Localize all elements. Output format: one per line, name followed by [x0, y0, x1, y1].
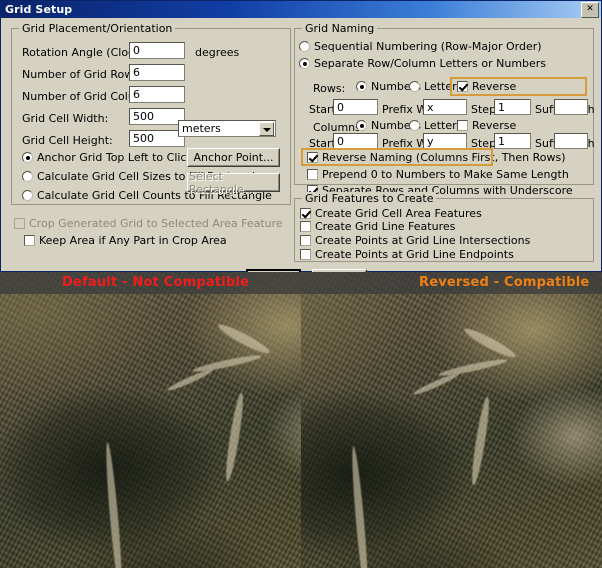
checkbox-box [300, 221, 311, 232]
grid-rows-label: Number of Grid Rows: [22, 68, 143, 81]
checkbox-box [457, 81, 468, 92]
radio-dot [22, 190, 33, 201]
grid-placement-legend: Grid Placement/Orientation [19, 22, 176, 35]
radio-separate-row-column[interactable]: Separate Row/Column Letters or Numbers [299, 57, 546, 70]
dialog-titlebar: Grid Setup ✕ [1, 1, 601, 18]
columns-start-input[interactable]: 0 [333, 133, 378, 149]
grid-features-legend: Grid Features to Create [302, 192, 437, 205]
units-dropdown-value: meters [182, 122, 221, 135]
select-rectangle-button: Select Rectangle... [187, 170, 280, 196]
rows-start-label: Start [309, 103, 336, 116]
columns-step-label: Step [471, 137, 497, 150]
dialog-body: Grid Placement/Orientation Rotation Angl… [1, 18, 601, 288]
columns-suffix-input[interactable] [554, 133, 588, 149]
aerial-photo-left [0, 272, 301, 568]
checkbox-create-endpoint-points[interactable]: Create Points at Grid Line Endpoints [300, 248, 514, 261]
checkbox-create-area-features-label: Create Grid Cell Area Features [315, 207, 482, 220]
checkbox-crop-to-area-label: Crop Generated Grid to Selected Area Fea… [29, 217, 283, 230]
checkbox-box [300, 235, 311, 246]
checkbox-create-endpoint-points-label: Create Points at Grid Line Endpoints [315, 248, 514, 261]
grid-columns-input[interactable]: 6 [129, 86, 185, 103]
panel-default: Default - Not Compatible [0, 272, 301, 568]
rows-start-input[interactable]: 0 [333, 99, 378, 115]
radio-dot [356, 120, 367, 131]
checkbox-create-intersection-points[interactable]: Create Points at Grid Line Intersections [300, 234, 530, 247]
checkbox-create-line-features-label: Create Grid Line Features [315, 220, 456, 233]
checkbox-rows-reverse[interactable]: Reverse [457, 80, 516, 93]
checkbox-box [307, 152, 318, 163]
checkbox-box [14, 218, 25, 229]
checkbox-prepend-zero-label: Prepend 0 to Numbers to Make Same Length [322, 168, 569, 181]
panel-reversed: Reversed - Compatible [301, 272, 602, 568]
aerial-photo-right [301, 272, 602, 568]
radio-dot [356, 81, 367, 92]
checkbox-box [24, 235, 35, 246]
radio-rows-letters[interactable]: Letters [409, 80, 462, 93]
checkbox-box [300, 249, 311, 260]
checkbox-box [307, 169, 318, 180]
checkbox-keep-area-label: Keep Area if Any Part in Crop Area [39, 234, 227, 247]
checkbox-reverse-naming[interactable]: Reverse Naming (Columns First, Then Rows… [307, 151, 566, 164]
grid-naming-legend: Grid Naming [302, 22, 378, 35]
radio-sequential-numbering[interactable]: Sequential Numbering (Row-Major Order) [299, 40, 542, 53]
radio-dot [409, 81, 420, 92]
grid-rows-input[interactable]: 6 [129, 64, 185, 81]
cell-width-label: Grid Cell Width: [22, 112, 109, 125]
columns-step-input[interactable]: 1 [494, 133, 531, 149]
checkbox-reverse-naming-label: Reverse Naming (Columns First, Then Rows… [322, 151, 566, 164]
radio-dot [409, 120, 420, 131]
checkbox-create-area-features[interactable]: Create Grid Cell Area Features [300, 207, 482, 220]
checkbox-create-intersection-points-label: Create Points at Grid Line Intersections [315, 234, 531, 247]
checkbox-columns-reverse[interactable]: Reverse [457, 119, 516, 132]
units-dropdown[interactable]: meters [178, 120, 276, 137]
chevron-down-icon[interactable] [259, 122, 274, 136]
checkbox-prepend-zero[interactable]: Prepend 0 to Numbers to Make Same Length [307, 168, 569, 181]
checkbox-rows-reverse-label: Reverse [472, 80, 517, 93]
grid-setup-dialog: Grid Setup ✕ Grid Placement/Orientation … [0, 0, 602, 288]
rotation-angle-input[interactable]: 0 [129, 42, 185, 59]
cell-height-label: Grid Cell Height: [22, 134, 113, 147]
checkbox-columns-reverse-label: Reverse [472, 119, 517, 132]
rows-suffix-input[interactable] [554, 99, 588, 115]
close-icon[interactable]: ✕ [581, 1, 599, 18]
radio-dot [22, 171, 33, 182]
rows-label: Rows: [313, 82, 346, 95]
rows-step-label: Step [471, 103, 497, 116]
radio-sequential-numbering-label: Sequential Numbering (Row-Major Order) [314, 40, 542, 53]
screenshot-root: Grid Setup ✕ Grid Placement/Orientation … [0, 0, 602, 568]
dialog-title: Grid Setup [5, 3, 73, 16]
radio-dot [22, 152, 33, 163]
checkbox-keep-area[interactable]: Keep Area if Any Part in Crop Area [24, 234, 227, 247]
comparison-panels: Default - Not Compatible Reversed - Comp… [0, 272, 602, 568]
panel-left-header: Default - Not Compatible [62, 275, 250, 290]
rows-prefix-input[interactable]: x [423, 99, 467, 115]
select-rectangle-button-label: Select Rectangle... [188, 170, 279, 196]
columns-start-label: Start [309, 137, 336, 150]
radio-dot [299, 41, 310, 52]
radio-columns-letters[interactable]: Letters [409, 119, 462, 132]
cell-height-input[interactable]: 500 [129, 130, 185, 147]
columns-prefix-input[interactable]: y [423, 133, 467, 149]
cell-width-input[interactable]: 500 [129, 108, 185, 125]
anchor-point-button-label: Anchor Point... [188, 149, 279, 166]
rotation-unit-label: degrees [195, 46, 240, 59]
panel-right-header: Reversed - Compatible [419, 275, 590, 290]
checkbox-create-line-features[interactable]: Create Grid Line Features [300, 220, 455, 233]
anchor-point-button[interactable]: Anchor Point... [187, 148, 280, 167]
checkbox-box [457, 120, 468, 131]
checkbox-crop-to-area: Crop Generated Grid to Selected Area Fea… [14, 217, 283, 230]
radio-separate-row-column-label: Separate Row/Column Letters or Numbers [314, 57, 547, 70]
rows-step-input[interactable]: 1 [494, 99, 531, 115]
radio-dot [299, 58, 310, 69]
checkbox-box [300, 208, 311, 219]
